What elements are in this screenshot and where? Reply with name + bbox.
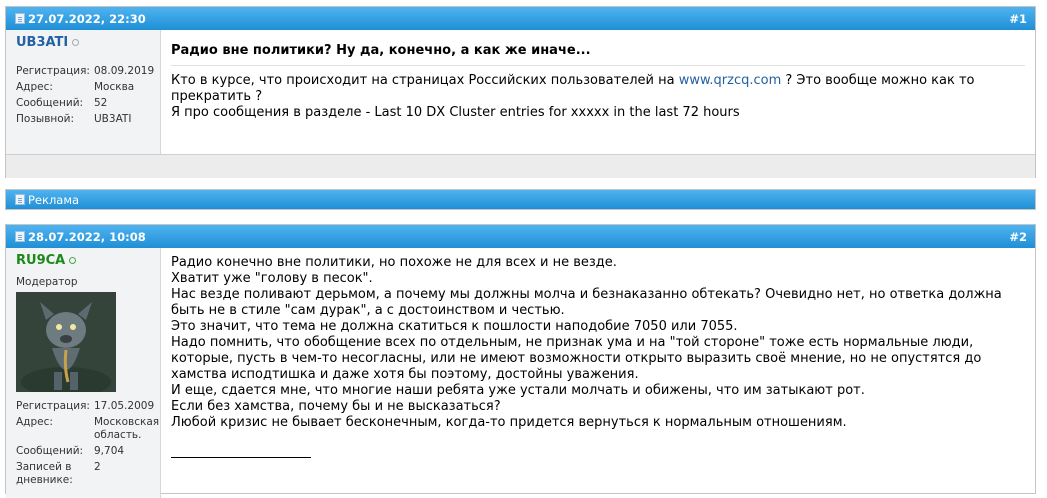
meta-label: Адрес:	[16, 81, 53, 93]
post-1-text: Кто в курсе, что происходит на страницах…	[171, 66, 1025, 121]
post-2-line: Любой кризис не бывает бесконечным, когд…	[171, 415, 847, 430]
post-2-username[interactable]: RU9CA	[16, 253, 160, 268]
ad-bar: Реклама	[5, 189, 1036, 210]
post-text: Я про сообщения в разделе - Last 10 DX C…	[171, 105, 740, 120]
meta-label: Сообщений:	[16, 445, 84, 457]
meta-value: UB3ATI	[94, 113, 132, 125]
post-1-footer	[6, 154, 1035, 178]
post-2-header: 28.07.2022, 10:08 #2	[6, 225, 1035, 248]
post-2-date: 28.07.2022, 10:08	[28, 229, 146, 244]
meta-label: Сообщений:	[16, 97, 84, 109]
username-text[interactable]: UB3ATI	[16, 35, 68, 50]
user-avatar[interactable]	[16, 292, 116, 392]
post-1: 27.07.2022, 22:30 #1 UB3ATI Регистрация:…	[5, 6, 1036, 178]
post-2-userinfo: RU9CA Модератор Регистрация: 17.05.2009 …	[6, 248, 161, 498]
meta-value: 17.05.2009	[94, 400, 155, 412]
ad-document-icon	[15, 194, 25, 205]
signature-divider	[171, 457, 311, 458]
post-1-userinfo: UB3ATI Регистрация: 08.09.2019 Адрес: Моск…	[6, 30, 161, 154]
post-2-line: Радио конечно вне политики, но похоже не…	[171, 255, 617, 270]
post-document-icon	[15, 231, 25, 242]
online-status-icon	[69, 257, 77, 264]
meta-label: Позывной:	[16, 113, 75, 125]
offline-status-icon	[72, 39, 80, 46]
qrzcq-link[interactable]: www.qrzcq.com	[679, 73, 782, 88]
post-2-line: И еще, сдается мне, что многие наши ребя…	[171, 383, 865, 398]
post-1-number-link[interactable]: #1	[1009, 12, 1027, 26]
meta-label: Адрес:	[16, 416, 53, 428]
post-2-line: Нас везде поливают дерьмом, а почему мы …	[171, 287, 1002, 318]
post-2-line: Если без хамства, почему бы и не высказа…	[171, 399, 501, 414]
post-2-content: Радио конечно вне политики, но похоже не…	[161, 248, 1035, 498]
meta-value: 2	[94, 461, 101, 473]
meta-label: Регистрация:	[16, 400, 90, 412]
meta-value: 08.09.2019	[94, 65, 155, 77]
meta-value: Москва	[94, 81, 135, 93]
ad-label: Реклама	[28, 192, 80, 207]
post-document-icon	[15, 13, 25, 24]
post-1-header: 27.07.2022, 22:30 #1	[6, 7, 1035, 30]
post-2-line: Это значит, что тема не должна скатиться…	[171, 319, 738, 334]
user-role: Модератор	[16, 276, 78, 288]
post-2-number-link[interactable]: #2	[1009, 230, 1027, 244]
meta-label: Регистрация:	[16, 65, 90, 77]
post-1-content: Радио вне политики? Ну да, конечно, а ка…	[161, 30, 1035, 154]
wolf-avatar-image	[16, 292, 116, 392]
post-2-line: Хватит уже "голову в песок".	[171, 271, 373, 286]
meta-label: Записей в дневнике:	[16, 461, 73, 486]
post-1-username[interactable]: UB3ATI	[16, 35, 160, 50]
meta-value: 9,704	[94, 445, 125, 457]
post-2-line: Надо помнить, что обобщение всех по отде…	[171, 335, 982, 382]
meta-value: 52	[94, 97, 108, 109]
post-1-user-meta: Регистрация: 08.09.2019 Адрес: Москва Сооб…	[16, 65, 160, 126]
post-text: Кто в курсе, что происходит на страницах…	[171, 73, 675, 88]
post-1-title: Радио вне политики? Ну да, конечно, а ка…	[171, 30, 1025, 66]
meta-value: Московская область.	[94, 416, 160, 441]
post-2: 28.07.2022, 10:08 #2 RU9CA Модератор Рег…	[5, 224, 1036, 498]
post-2-user-meta: Регистрация: 17.05.2009 Адрес: Московская …	[16, 400, 160, 487]
post-1-date: 27.07.2022, 22:30	[28, 11, 146, 26]
username-text[interactable]: RU9CA	[16, 253, 65, 268]
